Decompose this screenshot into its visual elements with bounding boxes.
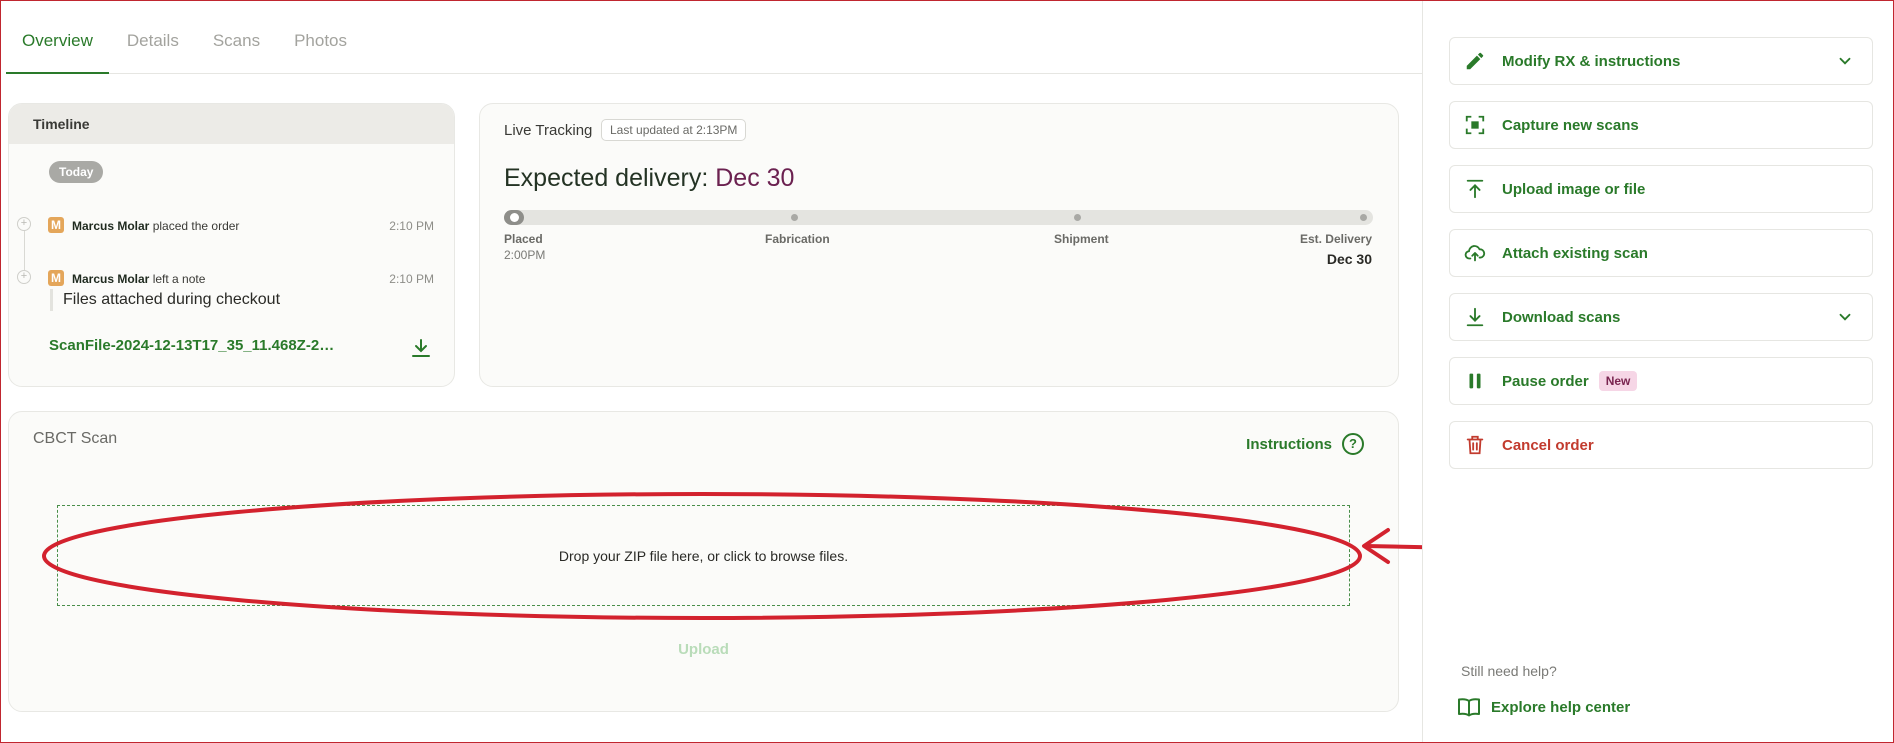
stage-est-delivery-date: Dec 30 xyxy=(1326,251,1372,267)
expand-event-icon[interactable]: + xyxy=(17,217,31,231)
modify-rx-button[interactable]: Modify RX & instructions xyxy=(1449,37,1873,85)
trash-icon xyxy=(1466,435,1484,455)
progress-node xyxy=(1074,214,1081,221)
pencil-icon xyxy=(1466,52,1484,70)
stage-fabrication: Fabrication xyxy=(765,232,830,246)
download-icon xyxy=(1466,307,1484,327)
instructions-label: Instructions xyxy=(1246,435,1332,453)
event-actor: Marcus Molar xyxy=(72,272,150,286)
upload-image-label: Upload image or file xyxy=(1502,180,1646,198)
tab-photos[interactable]: Photos xyxy=(278,31,363,73)
help-icon: ? xyxy=(1342,433,1364,455)
book-icon xyxy=(1458,698,1480,717)
stage-est-delivery: Est. Delivery xyxy=(1299,232,1372,246)
timeline-card: Timeline Today + M Marcus Molar placed t… xyxy=(8,103,455,387)
expected-delivery-date: Dec 30 xyxy=(715,164,795,192)
scan-capture-icon xyxy=(1465,115,1485,135)
attach-existing-scan-button[interactable]: Attach existing scan xyxy=(1449,229,1873,277)
progress-node xyxy=(791,214,798,221)
attach-existing-scan-label: Attach existing scan xyxy=(1502,244,1648,262)
download-scans-label: Download scans xyxy=(1502,308,1621,326)
order-main-panel: Overview Details Scans Photos Timeline T… xyxy=(0,0,1602,743)
live-tracking-card: Live Tracking Last updated at 2:13PM Exp… xyxy=(479,103,1399,387)
upload-image-button[interactable]: Upload image or file xyxy=(1449,165,1873,213)
timeline-event-text: Marcus Molar placed the order xyxy=(72,219,239,233)
stage-placed: Placed xyxy=(504,232,543,246)
pause-order-label: Pause order xyxy=(1502,372,1589,390)
expand-event-icon[interactable]: + xyxy=(17,270,31,284)
event-action: left a note xyxy=(152,272,206,286)
last-updated-badge: Last updated at 2:13PM xyxy=(601,119,747,141)
order-tabs: Overview Details Scans Photos xyxy=(6,8,1422,74)
capture-new-scans-label: Capture new scans xyxy=(1502,116,1639,134)
tab-details[interactable]: Details xyxy=(111,31,195,73)
tracking-progress-bar xyxy=(504,210,1373,225)
stage-shipment: Shipment xyxy=(1054,232,1109,246)
avatar: M xyxy=(48,270,64,286)
zip-dropzone[interactable]: Drop your ZIP file here, or click to bro… xyxy=(57,505,1350,606)
event-actor: Marcus Molar xyxy=(72,219,150,233)
progress-node xyxy=(1360,214,1367,221)
timeline-event-text: Marcus Molar left a note xyxy=(72,272,205,286)
note-text: Files attached during checkout xyxy=(63,291,281,308)
day-badge: Today xyxy=(49,161,104,183)
avatar: M xyxy=(48,217,64,233)
help-prompt: Still need help? xyxy=(1461,663,1557,679)
expected-delivery-label: Expected delivery: xyxy=(504,164,709,192)
chevron-down-icon xyxy=(1839,313,1851,321)
cancel-order-label: Cancel order xyxy=(1502,436,1594,454)
download-icon[interactable] xyxy=(409,336,433,360)
event-time: 2:10 PM xyxy=(389,272,434,286)
capture-new-scans-button[interactable]: Capture new scans xyxy=(1449,101,1873,149)
cancel-order-button[interactable]: Cancel order xyxy=(1449,421,1873,469)
pause-icon xyxy=(1469,373,1481,389)
instructions-link[interactable]: Instructions ? xyxy=(1246,433,1364,455)
tracking-title: Live Tracking xyxy=(504,122,593,139)
expected-delivery: Expected delivery: Dec 30 xyxy=(504,164,794,193)
new-badge: New xyxy=(1598,371,1638,391)
event-action: placed the order xyxy=(152,219,240,233)
stage-placed-time: 2:00PM xyxy=(504,248,546,262)
download-scans-button[interactable]: Download scans xyxy=(1449,293,1873,341)
upload-icon xyxy=(1466,179,1484,199)
chevron-down-icon xyxy=(1839,57,1851,65)
cbct-title: CBCT Scan xyxy=(33,430,118,447)
progress-start-marker xyxy=(504,210,524,225)
dropzone-text: Drop your ZIP file here, or click to bro… xyxy=(558,547,849,564)
note-quote-bar xyxy=(50,289,53,311)
tab-scans[interactable]: Scans xyxy=(197,31,276,73)
cloud-upload-icon xyxy=(1464,245,1486,262)
attached-file-link[interactable]: ScanFile-2024-12-13T17_35_11.468Z-202412… xyxy=(49,337,339,354)
order-actions-sidebar: Modify RX & instructions Capture new sca… xyxy=(1422,0,1894,743)
modify-rx-label: Modify RX & instructions xyxy=(1502,52,1681,70)
upload-button[interactable]: Upload xyxy=(9,641,1398,658)
timeline-title: Timeline xyxy=(9,104,454,144)
explore-help-center-link[interactable]: Explore help center xyxy=(1457,697,1630,717)
tab-overview[interactable]: Overview xyxy=(6,31,109,74)
event-time: 2:10 PM xyxy=(389,219,434,233)
pause-order-button[interactable]: Pause order New xyxy=(1449,357,1873,405)
explore-help-center-label: Explore help center xyxy=(1491,698,1631,716)
cbct-scan-card: CBCT Scan Instructions ? Drop your ZIP f… xyxy=(8,411,1399,712)
